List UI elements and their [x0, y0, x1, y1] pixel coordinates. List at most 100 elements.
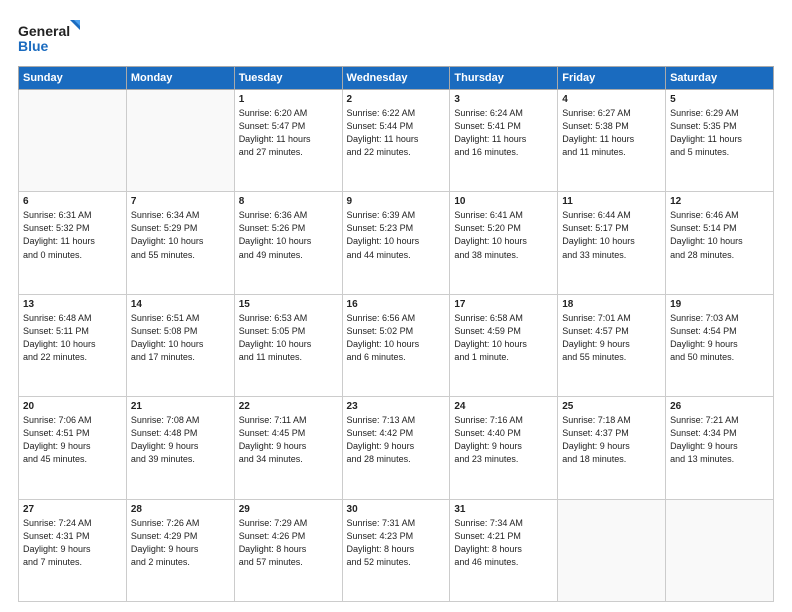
day-cell: 31 Sunrise: 7:34 AMSunset: 4:21 PMDayligh…: [450, 499, 558, 601]
day-detail: Sunrise: 7:31 AMSunset: 4:23 PMDaylight:…: [347, 517, 446, 569]
day-cell: 2 Sunrise: 6:22 AMSunset: 5:44 PMDaylight…: [342, 90, 450, 192]
day-number: 6: [23, 196, 122, 207]
day-detail: Sunrise: 6:24 AMSunset: 5:41 PMDaylight:…: [454, 107, 553, 159]
day-detail: Sunrise: 6:20 AMSunset: 5:47 PMDaylight:…: [239, 107, 338, 159]
weekday-header-sunday: Sunday: [19, 67, 127, 90]
day-cell: 14 Sunrise: 6:51 AMSunset: 5:08 PMDayligh…: [126, 294, 234, 396]
day-number: 10: [454, 196, 553, 207]
day-cell: 10 Sunrise: 6:41 AMSunset: 5:20 PMDayligh…: [450, 192, 558, 294]
day-detail: Sunrise: 7:29 AMSunset: 4:26 PMDaylight:…: [239, 517, 338, 569]
day-detail: Sunrise: 7:06 AMSunset: 4:51 PMDaylight:…: [23, 414, 122, 466]
day-cell: 25Sunrise: 7:18 AMSunset: 4:37 PMDayligh…: [558, 397, 666, 499]
day-number: 11: [562, 196, 661, 207]
svg-text:General: General: [18, 23, 70, 39]
day-cell: 1 Sunrise: 6:20 AMSunset: 5:47 PMDaylight…: [234, 90, 342, 192]
day-detail: Sunrise: 6:44 AMSunset: 5:17 PMDaylight:…: [562, 209, 661, 261]
day-detail: Sunrise: 7:13 AMSunset: 4:42 PMDaylight:…: [347, 414, 446, 466]
day-number: 4: [562, 94, 661, 105]
day-detail: Sunrise: 6:34 AMSunset: 5:29 PMDaylight:…: [131, 209, 230, 261]
day-number: 20: [23, 401, 122, 412]
day-detail: Sunrise: 7:24 AMSunset: 4:31 PMDaylight:…: [23, 517, 122, 569]
day-number: 30: [347, 504, 446, 515]
day-cell: 19 Sunrise: 7:03 AMSunset: 4:54 PMDayligh…: [666, 294, 774, 396]
day-cell: 16 Sunrise: 6:56 AMSunset: 5:02 PMDayligh…: [342, 294, 450, 396]
day-number: 2: [347, 94, 446, 105]
weekday-header-wednesday: Wednesday: [342, 67, 450, 90]
day-number: 17: [454, 299, 553, 310]
day-detail: Sunrise: 6:58 AMSunset: 4:59 PMDaylight:…: [454, 312, 553, 364]
day-cell: 9 Sunrise: 6:39 AMSunset: 5:23 PMDaylight…: [342, 192, 450, 294]
day-number: 25: [562, 401, 661, 412]
day-detail: Sunrise: 6:29 AMSunset: 5:35 PMDaylight:…: [670, 107, 769, 159]
weekday-header-thursday: Thursday: [450, 67, 558, 90]
weekday-header-friday: Friday: [558, 67, 666, 90]
logo-svg: GeneralBlue: [18, 18, 88, 56]
day-detail: Sunrise: 6:46 AMSunset: 5:14 PMDaylight:…: [670, 209, 769, 261]
day-number: 13: [23, 299, 122, 310]
day-detail: Sunrise: 7:16 AMSunset: 4:40 PMDaylight:…: [454, 414, 553, 466]
day-detail: Sunrise: 6:22 AMSunset: 5:44 PMDaylight:…: [347, 107, 446, 159]
day-cell: [666, 499, 774, 601]
day-cell: 30 Sunrise: 7:31 AMSunset: 4:23 PMDayligh…: [342, 499, 450, 601]
day-cell: [126, 90, 234, 192]
day-cell: 28Sunrise: 7:26 AMSunset: 4:29 PMDayligh…: [126, 499, 234, 601]
day-cell: 8 Sunrise: 6:36 AMSunset: 5:26 PMDaylight…: [234, 192, 342, 294]
day-number: 26: [670, 401, 769, 412]
day-detail: Sunrise: 7:03 AMSunset: 4:54 PMDaylight:…: [670, 312, 769, 364]
week-row-2: 6 Sunrise: 6:31 AMSunset: 5:32 PMDaylight…: [19, 192, 774, 294]
day-number: 19: [670, 299, 769, 310]
day-cell: 29 Sunrise: 7:29 AMSunset: 4:26 PMDayligh…: [234, 499, 342, 601]
day-detail: Sunrise: 6:51 AMSunset: 5:08 PMDaylight:…: [131, 312, 230, 364]
day-number: 15: [239, 299, 338, 310]
day-number: 18: [562, 299, 661, 310]
day-detail: Sunrise: 7:01 AMSunset: 4:57 PMDaylight:…: [562, 312, 661, 364]
day-detail: Sunrise: 7:08 AMSunset: 4:48 PMDaylight:…: [131, 414, 230, 466]
day-number: 8: [239, 196, 338, 207]
day-detail: Sunrise: 6:36 AMSunset: 5:26 PMDaylight:…: [239, 209, 338, 261]
day-number: 1: [239, 94, 338, 105]
weekday-header-saturday: Saturday: [666, 67, 774, 90]
day-number: 22: [239, 401, 338, 412]
day-detail: Sunrise: 6:56 AMSunset: 5:02 PMDaylight:…: [347, 312, 446, 364]
day-detail: Sunrise: 6:27 AMSunset: 5:38 PMDaylight:…: [562, 107, 661, 159]
day-detail: Sunrise: 7:21 AMSunset: 4:34 PMDaylight:…: [670, 414, 769, 466]
day-detail: Sunrise: 6:41 AMSunset: 5:20 PMDaylight:…: [454, 209, 553, 261]
day-number: 23: [347, 401, 446, 412]
day-number: 5: [670, 94, 769, 105]
day-number: 28: [131, 504, 230, 515]
day-cell: 7 Sunrise: 6:34 AMSunset: 5:29 PMDaylight…: [126, 192, 234, 294]
day-detail: Sunrise: 6:39 AMSunset: 5:23 PMDaylight:…: [347, 209, 446, 261]
day-cell: 4 Sunrise: 6:27 AMSunset: 5:38 PMDaylight…: [558, 90, 666, 192]
day-number: 12: [670, 196, 769, 207]
day-cell: 18 Sunrise: 7:01 AMSunset: 4:57 PMDayligh…: [558, 294, 666, 396]
week-row-3: 13 Sunrise: 6:48 AMSunset: 5:11 PMDayligh…: [19, 294, 774, 396]
day-cell: 5 Sunrise: 6:29 AMSunset: 5:35 PMDaylight…: [666, 90, 774, 192]
day-number: 14: [131, 299, 230, 310]
day-detail: Sunrise: 7:11 AMSunset: 4:45 PMDaylight:…: [239, 414, 338, 466]
day-cell: [558, 499, 666, 601]
week-row-5: 27Sunrise: 7:24 AMSunset: 4:31 PMDayligh…: [19, 499, 774, 601]
day-cell: [19, 90, 127, 192]
day-cell: 23 Sunrise: 7:13 AMSunset: 4:42 PMDayligh…: [342, 397, 450, 499]
day-number: 31: [454, 504, 553, 515]
day-cell: 24Sunrise: 7:16 AMSunset: 4:40 PMDayligh…: [450, 397, 558, 499]
day-cell: 15 Sunrise: 6:53 AMSunset: 5:05 PMDayligh…: [234, 294, 342, 396]
day-cell: 3Sunrise: 6:24 AMSunset: 5:41 PMDaylight…: [450, 90, 558, 192]
day-detail: Sunrise: 6:53 AMSunset: 5:05 PMDaylight:…: [239, 312, 338, 364]
day-detail: Sunrise: 7:34 AMSunset: 4:21 PMDaylight:…: [454, 517, 553, 569]
week-row-4: 20 Sunrise: 7:06 AMSunset: 4:51 PMDayligh…: [19, 397, 774, 499]
day-cell: 22 Sunrise: 7:11 AMSunset: 4:45 PMDayligh…: [234, 397, 342, 499]
day-cell: 21Sunrise: 7:08 AMSunset: 4:48 PMDayligh…: [126, 397, 234, 499]
page: GeneralBlue SundayMondayTuesdayWednesday…: [0, 0, 792, 612]
day-detail: Sunrise: 6:31 AMSunset: 5:32 PMDaylight:…: [23, 209, 122, 261]
day-detail: Sunrise: 6:48 AMSunset: 5:11 PMDaylight:…: [23, 312, 122, 364]
day-cell: 12 Sunrise: 6:46 AMSunset: 5:14 PMDayligh…: [666, 192, 774, 294]
day-number: 7: [131, 196, 230, 207]
day-number: 9: [347, 196, 446, 207]
header: GeneralBlue: [18, 18, 774, 56]
day-number: 16: [347, 299, 446, 310]
day-number: 29: [239, 504, 338, 515]
day-cell: 20 Sunrise: 7:06 AMSunset: 4:51 PMDayligh…: [19, 397, 127, 499]
svg-text:Blue: Blue: [18, 38, 49, 54]
day-cell: 17 Sunrise: 6:58 AMSunset: 4:59 PMDayligh…: [450, 294, 558, 396]
